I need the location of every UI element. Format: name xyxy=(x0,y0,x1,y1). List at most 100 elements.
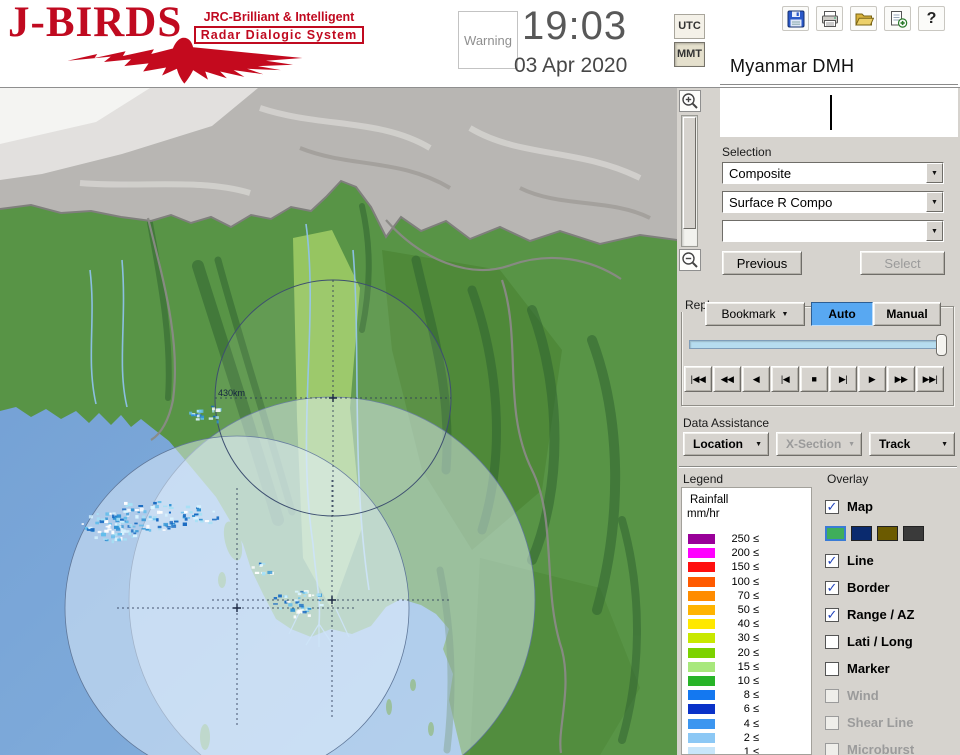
utc-button[interactable]: UTC xyxy=(674,14,705,39)
transport-button-4[interactable]: ■ xyxy=(800,366,828,392)
dropdown-value: Surface R Compo xyxy=(729,195,833,210)
zoom-out-icon xyxy=(682,252,698,268)
auto-mode-button[interactable]: Auto xyxy=(811,302,873,326)
chevron-down-icon: ▼ xyxy=(941,440,948,448)
warning-label: Warning xyxy=(464,32,512,48)
legend-color-swatch xyxy=(688,619,715,630)
legend-value: 150 ≤ xyxy=(731,561,759,574)
legend-row: 70 ≤ xyxy=(682,589,811,603)
chevron-down-icon[interactable]: ▼ xyxy=(926,192,943,212)
overlay-item-label: Shear Line xyxy=(847,715,914,730)
print-icon xyxy=(821,10,838,27)
transport-button-8[interactable]: ▶▶| xyxy=(916,366,944,392)
legend-value: 70 ≤ xyxy=(737,589,759,602)
legend-row: 150 ≤ xyxy=(682,560,811,574)
overlay-item-label: Microburst xyxy=(847,742,915,755)
legend-color-swatch xyxy=(688,661,715,672)
station-name: Myanmar DMH xyxy=(730,56,855,76)
transport-button-0[interactable]: |◀◀ xyxy=(684,366,712,392)
map-style-swatch-0[interactable] xyxy=(825,526,846,541)
overlay-item-lati-long[interactable]: Lati / Long xyxy=(823,628,958,655)
checkbox[interactable]: ✓ xyxy=(825,580,839,595)
overlay-item-range-az[interactable]: ✓ Range / AZ xyxy=(823,601,958,628)
bookmark-label: Bookmark xyxy=(721,307,776,321)
toolbar: ? xyxy=(782,6,945,31)
legend-color-swatch xyxy=(688,718,715,729)
legend-row: 4 ≤ xyxy=(682,716,811,730)
legend-color-swatch xyxy=(688,732,715,743)
legend-color-swatch xyxy=(688,690,715,701)
zoom-slider-thumb[interactable] xyxy=(683,117,696,229)
clock-date: 03 Apr 2020 xyxy=(514,54,628,77)
product-type-dropdown[interactable]: Composite ▼ xyxy=(722,162,944,184)
map-style-swatches xyxy=(823,520,958,547)
checkbox xyxy=(825,715,839,730)
overlay-item-label: Map xyxy=(847,499,873,514)
logo-subtitle: JRC-Brilliant & Intelligent Radar Dialog… xyxy=(186,10,372,44)
transport-button-7[interactable]: ▶▶ xyxy=(887,366,915,392)
overlay-item-shear-line: Shear Line xyxy=(823,709,958,736)
overlay-item-map[interactable]: ✓ Map xyxy=(823,493,958,520)
transport-button-2[interactable]: ◀ xyxy=(742,366,770,392)
legend-row: 2 ≤ xyxy=(682,731,811,745)
save-button[interactable] xyxy=(782,6,809,31)
legend-value: 250 ≤ xyxy=(731,533,759,546)
legend-color-swatch xyxy=(688,647,715,658)
legend-color-swatch xyxy=(688,746,715,754)
button-label: Location xyxy=(693,437,743,451)
legend-row: 100 ≤ xyxy=(682,575,811,589)
manual-mode-button[interactable]: Manual xyxy=(873,302,941,326)
checkbox[interactable]: ✓ xyxy=(825,553,839,568)
legend-title-line2: mm/hr xyxy=(687,508,720,520)
export-icon xyxy=(890,10,907,28)
legend-rows: 250 ≤200 ≤150 ≤100 ≤70 ≤ 50 ≤40 ≤30 ≤20 ≤… xyxy=(682,532,811,754)
zoom-in-icon xyxy=(682,93,698,109)
data-assistance-x-section[interactable]: X-Section ▼ xyxy=(776,432,862,456)
overlay-item-label: Range / AZ xyxy=(847,607,915,622)
overlay-item-line[interactable]: ✓ Line xyxy=(823,547,958,574)
legend-row: 1 ≤ xyxy=(682,745,811,754)
station-input-area[interactable] xyxy=(720,88,958,137)
sub-product-dropdown[interactable]: ▼ xyxy=(722,220,944,242)
zoom-out-button[interactable] xyxy=(679,249,701,271)
mmt-button[interactable]: MMT xyxy=(674,42,705,67)
help-button[interactable]: ? xyxy=(918,6,945,31)
zoom-in-button[interactable] xyxy=(679,90,701,112)
print-button[interactable] xyxy=(816,6,843,31)
checkbox[interactable]: ✓ xyxy=(825,607,839,622)
legend-color-swatch xyxy=(688,562,715,573)
chevron-down-icon[interactable]: ▼ xyxy=(926,163,943,183)
range-ring-label: 430km xyxy=(218,388,245,398)
checkbox[interactable]: ✓ xyxy=(825,499,839,514)
overlay-item-border[interactable]: ✓ Border xyxy=(823,574,958,601)
bookmark-button[interactable]: Bookmark ▼ xyxy=(705,302,805,326)
overlay-item-marker[interactable]: Marker xyxy=(823,655,958,682)
export-button[interactable] xyxy=(884,6,911,31)
map-style-swatch-1[interactable] xyxy=(851,526,872,541)
replay-timeline-slider[interactable] xyxy=(689,334,947,356)
zoom-slider-track[interactable] xyxy=(681,115,698,247)
checkbox[interactable] xyxy=(825,661,839,676)
legend-value: 10 ≤ xyxy=(737,674,759,687)
transport-button-1[interactable]: ◀◀ xyxy=(713,366,741,392)
data-assistance-track[interactable]: Track ▼ xyxy=(869,432,955,456)
legend-value: 2 ≤ xyxy=(743,731,759,744)
chevron-down-icon[interactable]: ▼ xyxy=(926,221,943,241)
previous-button[interactable]: Previous xyxy=(722,251,802,275)
transport-button-6[interactable]: ▶ xyxy=(858,366,886,392)
timeline-slider-thumb[interactable] xyxy=(936,334,947,356)
warning-button[interactable]: Warning xyxy=(458,11,518,69)
radar-map[interactable]: 430km xyxy=(0,88,677,755)
checkbox[interactable] xyxy=(825,634,839,649)
product-dropdown[interactable]: Surface R Compo ▼ xyxy=(722,191,944,213)
select-button[interactable]: Select xyxy=(860,251,945,275)
map-style-swatch-2[interactable] xyxy=(877,526,898,541)
map-style-swatch-3[interactable] xyxy=(903,526,924,541)
transport-button-3[interactable]: |◀ xyxy=(771,366,799,392)
transport-button-5[interactable]: ▶| xyxy=(829,366,857,392)
legend-color-swatch xyxy=(688,605,715,616)
transport-controls: |◀◀ ◀◀ ◀ |◀ ■ ▶| ▶ ▶▶ ▶▶| xyxy=(684,366,944,392)
open-folder-button[interactable] xyxy=(850,6,877,31)
legend-value: 40 ≤ xyxy=(737,618,759,631)
data-assistance-location[interactable]: Location ▼ xyxy=(683,432,769,456)
